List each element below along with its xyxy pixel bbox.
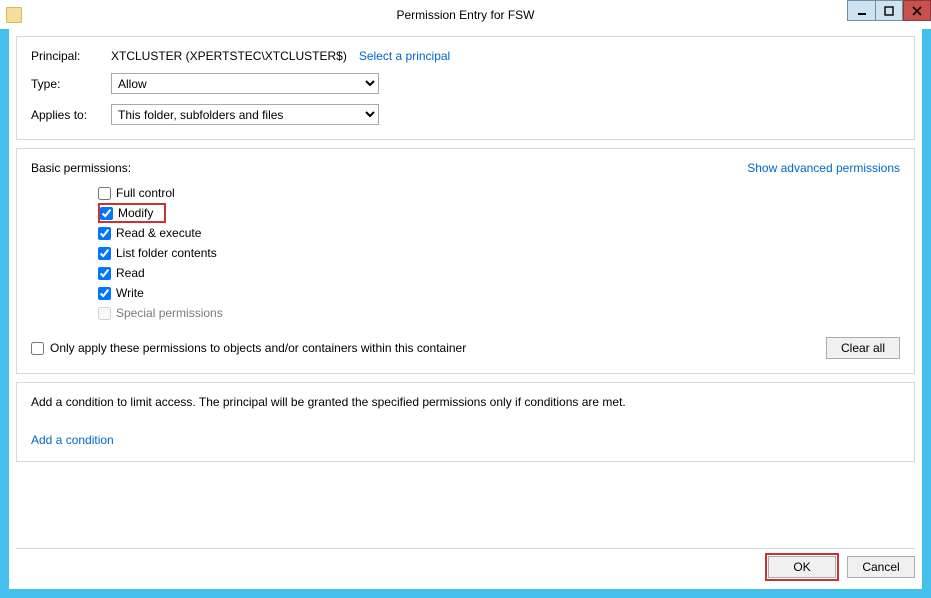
folder-icon bbox=[6, 7, 22, 23]
permission-checkbox[interactable] bbox=[98, 287, 111, 300]
principal-row: Principal: XTCLUSTER (XPERTSTEC\XTCLUSTE… bbox=[31, 49, 900, 63]
cancel-button[interactable]: Cancel bbox=[847, 556, 915, 578]
principal-label: Principal: bbox=[31, 49, 111, 63]
title-bar: Permission Entry for FSW bbox=[0, 0, 931, 29]
basic-permissions-label: Basic permissions: bbox=[31, 161, 131, 175]
ok-button-highlight: OK bbox=[765, 553, 839, 581]
permission-item[interactable]: Write bbox=[98, 283, 900, 303]
permission-item[interactable]: Full control bbox=[98, 183, 900, 203]
maximize-button[interactable] bbox=[875, 0, 903, 21]
permission-checkbox[interactable] bbox=[98, 267, 111, 280]
add-condition-link[interactable]: Add a condition bbox=[31, 433, 114, 447]
minimize-button[interactable] bbox=[847, 0, 875, 21]
permission-label: Full control bbox=[116, 186, 175, 200]
dialog-footer: OK Cancel bbox=[16, 553, 915, 581]
permissions-list: Full control Modify Read & execute List fol… bbox=[31, 183, 900, 323]
type-row: Type: Allow bbox=[31, 73, 900, 94]
only-apply-checkbox[interactable] bbox=[31, 342, 44, 355]
permission-label: Special permissions bbox=[116, 306, 223, 320]
only-apply-label: Only apply these permissions to objects … bbox=[50, 341, 466, 355]
permission-label: List folder contents bbox=[116, 246, 217, 260]
window-controls bbox=[847, 0, 931, 21]
applies-label: Applies to: bbox=[31, 108, 111, 122]
footer-separator bbox=[16, 548, 915, 549]
permission-checkbox bbox=[98, 307, 111, 320]
type-label: Type: bbox=[31, 77, 111, 91]
permission-label: Read & execute bbox=[116, 226, 201, 240]
permission-item[interactable]: Modify bbox=[98, 203, 166, 223]
permission-checkbox[interactable] bbox=[98, 187, 111, 200]
select-principal-link[interactable]: Select a principal bbox=[359, 49, 450, 63]
permission-item: Special permissions bbox=[98, 303, 900, 323]
show-advanced-permissions-link[interactable]: Show advanced permissions bbox=[747, 161, 900, 175]
applies-select[interactable]: This folder, subfolders and files bbox=[111, 104, 379, 125]
permission-checkbox[interactable] bbox=[100, 207, 113, 220]
permission-item[interactable]: Read & execute bbox=[98, 223, 900, 243]
object-group: Principal: XTCLUSTER (XPERTSTEC\XTCLUSTE… bbox=[16, 36, 915, 140]
permission-label: Read bbox=[116, 266, 145, 280]
condition-group: Add a condition to limit access. The pri… bbox=[16, 382, 915, 462]
only-apply-checkbox-row[interactable]: Only apply these permissions to objects … bbox=[31, 341, 466, 355]
applies-row: Applies to: This folder, subfolders and … bbox=[31, 104, 900, 125]
permissions-group: Basic permissions: Show advanced permiss… bbox=[16, 148, 915, 374]
permission-label: Write bbox=[116, 286, 144, 300]
principal-value: XTCLUSTER (XPERTSTEC\XTCLUSTER$) bbox=[111, 49, 347, 63]
permission-label: Modify bbox=[118, 206, 153, 220]
permission-checkbox[interactable] bbox=[98, 227, 111, 240]
type-select[interactable]: Allow bbox=[111, 73, 379, 94]
client-area: Principal: XTCLUSTER (XPERTSTEC\XTCLUSTE… bbox=[9, 29, 922, 589]
window-title: Permission Entry for FSW bbox=[0, 8, 931, 22]
clear-all-button[interactable]: Clear all bbox=[826, 337, 900, 359]
permission-item[interactable]: List folder contents bbox=[98, 243, 900, 263]
permission-checkbox[interactable] bbox=[98, 247, 111, 260]
condition-text: Add a condition to limit access. The pri… bbox=[31, 395, 900, 409]
permission-item[interactable]: Read bbox=[98, 263, 900, 283]
close-button[interactable] bbox=[903, 0, 931, 21]
ok-button[interactable]: OK bbox=[768, 556, 836, 578]
